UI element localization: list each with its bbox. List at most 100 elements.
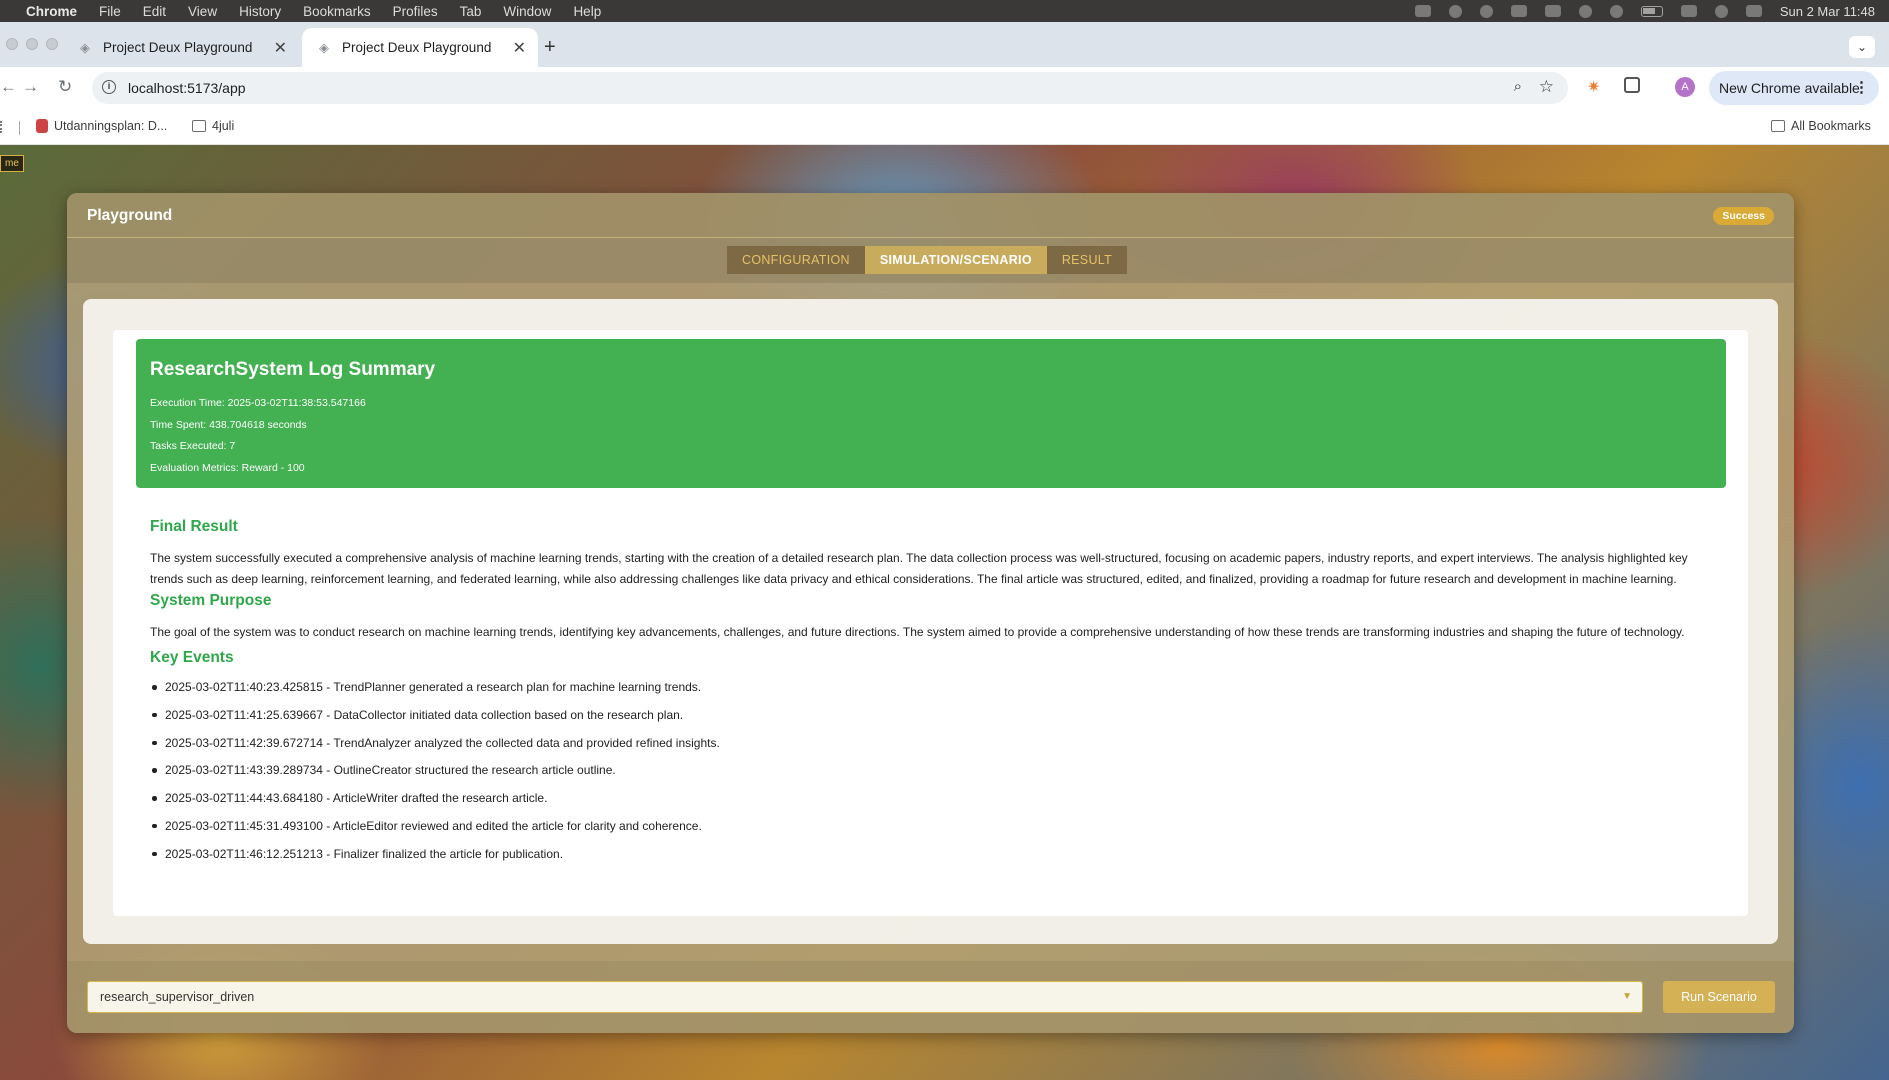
time-spent: Time Spent: 438.704618 seconds bbox=[150, 418, 307, 431]
all-bookmarks-label: All Bookmarks bbox=[1791, 119, 1871, 133]
browser-toolbar: ← → ↻ i localhost:5173/app ⌕ ☆ ✷ A New C… bbox=[0, 67, 1889, 109]
status-app-icon[interactable] bbox=[1479, 4, 1493, 18]
all-bookmarks-button[interactable]: All Bookmarks bbox=[1771, 119, 1871, 133]
page-title: Playground bbox=[87, 207, 173, 224]
list-item: 2025-03-02T11:45:31.493100 - ArticleEdit… bbox=[150, 816, 1710, 844]
address-bar[interactable]: i localhost:5173/app ⌕ ☆ bbox=[92, 72, 1568, 104]
page-viewport: me Playground Success CONFIGURATION SIMU… bbox=[0, 145, 1889, 1080]
bookmark-item[interactable]: Utdanningsplan: D... bbox=[36, 119, 167, 133]
bookmark-favicon-icon bbox=[36, 119, 48, 133]
status-app-icon[interactable] bbox=[1448, 4, 1462, 18]
menu-view[interactable]: View bbox=[188, 4, 217, 19]
playground-panel: Playground Success CONFIGURATION SIMULAT… bbox=[67, 193, 1794, 1033]
menu-tab[interactable]: Tab bbox=[460, 4, 482, 19]
zoom-icon[interactable]: ⌕ bbox=[1514, 78, 1522, 95]
system-purpose-heading: System Purpose bbox=[150, 592, 272, 609]
list-item: 2025-03-02T11:40:23.425815 - TrendPlanne… bbox=[150, 677, 1710, 705]
play-icon[interactable] bbox=[1578, 4, 1592, 18]
log-viewer[interactable]: ResearchSystem Log Summary Execution Tim… bbox=[113, 330, 1748, 916]
summary-title: ResearchSystem Log Summary bbox=[150, 359, 436, 380]
spotlight-icon[interactable] bbox=[1714, 4, 1728, 18]
list-item: 2025-03-02T11:44:43.684180 - ArticleWrit… bbox=[150, 788, 1710, 816]
extension-icon[interactable]: ✷ bbox=[1587, 77, 1600, 97]
avatar[interactable]: A bbox=[1675, 77, 1695, 97]
apps-grid-icon[interactable] bbox=[0, 121, 4, 133]
wifi-icon[interactable] bbox=[1680, 5, 1697, 17]
new-chrome-label: New Chrome available bbox=[1719, 80, 1860, 96]
macos-menubar: Chrome File Edit View History Bookmarks … bbox=[0, 0, 1889, 22]
panel-header: Playground Success bbox=[67, 193, 1794, 238]
tab-title: Project Deux Playground bbox=[103, 40, 253, 55]
corner-tag: me bbox=[0, 155, 24, 172]
menu-history[interactable]: History bbox=[239, 4, 281, 19]
battery-icon[interactable] bbox=[1640, 5, 1663, 17]
folder-icon bbox=[1771, 120, 1785, 132]
minimize-window-button[interactable] bbox=[26, 38, 38, 50]
bookmarks-bar: Utdanningsplan: D... 4juli All Bookmarks bbox=[0, 109, 1889, 145]
back-icon[interactable]: ← bbox=[0, 77, 17, 97]
close-icon[interactable]: ✕ bbox=[274, 38, 287, 58]
favicon-icon: ◈ bbox=[80, 39, 90, 55]
close-window-button[interactable] bbox=[6, 38, 18, 50]
scenario-select[interactable]: research_supervisor_driven ▼ bbox=[87, 981, 1643, 1013]
info-icon[interactable]: i bbox=[102, 80, 116, 94]
list-item: 2025-03-02T11:42:39.672714 - TrendAnalyz… bbox=[150, 733, 1710, 761]
chevron-down-icon[interactable]: ▼ bbox=[1622, 982, 1632, 1012]
tab-result[interactable]: RESULT bbox=[1046, 246, 1128, 274]
menu-window[interactable]: Window bbox=[503, 4, 551, 19]
chevron-down-icon[interactable]: ⌄ bbox=[1849, 36, 1875, 58]
url-text[interactable]: localhost:5173/app bbox=[128, 80, 246, 96]
window-controls bbox=[6, 38, 58, 50]
menu-file[interactable]: File bbox=[99, 4, 121, 19]
tab-group: CONFIGURATION SIMULATION/SCENARIO RESULT bbox=[727, 246, 1128, 274]
panel-footer: research_supervisor_driven ▼ Run Scenari… bbox=[67, 961, 1794, 1033]
log-details: Final Result The system successfully exe… bbox=[136, 505, 1726, 916]
menu-bookmarks[interactable]: Bookmarks bbox=[303, 4, 371, 19]
folder-icon bbox=[192, 120, 206, 132]
menubar-app-name[interactable]: Chrome bbox=[26, 4, 77, 19]
bookmark-label: Utdanningsplan: D... bbox=[54, 119, 168, 133]
plus-icon[interactable]: + bbox=[544, 36, 556, 59]
status-badge: Success bbox=[1713, 207, 1774, 225]
tab-title: Project Deux Playground bbox=[342, 40, 492, 55]
tab-strip: ◈ Project Deux Playground ✕ ◈ Project De… bbox=[0, 22, 1889, 67]
status-app-icon[interactable] bbox=[1414, 5, 1431, 17]
star-icon[interactable]: ☆ bbox=[1539, 77, 1554, 97]
list-item: 2025-03-02T11:46:12.251213 - Finalizer f… bbox=[150, 844, 1710, 872]
menubar-clock[interactable]: Sun 2 Mar 11:48 bbox=[1780, 4, 1875, 19]
control-center-icon[interactable] bbox=[1745, 5, 1762, 17]
kebab-menu-icon[interactable]: ⋮ bbox=[1854, 78, 1869, 96]
bookmarks-separator bbox=[19, 121, 20, 135]
list-item: 2025-03-02T11:43:39.289734 - OutlineCrea… bbox=[150, 760, 1710, 788]
tab-simulation-scenario[interactable]: SIMULATION/SCENARIO bbox=[864, 246, 1047, 274]
status-app-icon[interactable] bbox=[1510, 5, 1527, 17]
favicon-icon: ◈ bbox=[319, 39, 329, 55]
scenario-select-value: research_supervisor_driven bbox=[100, 990, 255, 1004]
run-scenario-button[interactable]: Run Scenario bbox=[1663, 981, 1775, 1013]
volume-icon[interactable] bbox=[1544, 5, 1561, 17]
bookmark-label: 4juli bbox=[212, 119, 235, 133]
menu-help[interactable]: Help bbox=[573, 4, 601, 19]
tab-configuration[interactable]: CONFIGURATION bbox=[727, 246, 865, 274]
browser-tab[interactable]: ◈ Project Deux Playground ✕ bbox=[63, 28, 299, 67]
moon-icon[interactable] bbox=[1609, 4, 1623, 18]
content-card: ResearchSystem Log Summary Execution Tim… bbox=[83, 299, 1778, 944]
menu-edit[interactable]: Edit bbox=[143, 4, 166, 19]
reload-icon[interactable]: ↻ bbox=[58, 77, 72, 97]
new-chrome-available-button[interactable]: New Chrome available ⋮ bbox=[1709, 71, 1879, 105]
tabs-row: CONFIGURATION SIMULATION/SCENARIO RESULT bbox=[67, 238, 1794, 283]
log-summary-box: ResearchSystem Log Summary Execution Tim… bbox=[136, 339, 1726, 488]
zoom-window-button[interactable] bbox=[46, 38, 58, 50]
tasks-executed: Tasks Executed: 7 bbox=[150, 440, 236, 452]
bookmark-folder[interactable]: 4juli bbox=[192, 119, 234, 133]
system-purpose-text: The goal of the system was to conduct re… bbox=[150, 625, 1685, 639]
puzzle-icon[interactable] bbox=[1624, 77, 1640, 93]
key-events-list: 2025-03-02T11:40:23.425815 - TrendPlanne… bbox=[150, 677, 1710, 872]
final-result-heading: Final Result bbox=[150, 518, 238, 535]
forward-icon[interactable]: → bbox=[22, 77, 39, 97]
execution-time: Execution Time: 2025-03-02T11:38:53.5471… bbox=[150, 397, 366, 409]
status-area: Sun 2 Mar 11:48 bbox=[1414, 0, 1875, 22]
close-icon[interactable]: ✕ bbox=[513, 38, 526, 58]
browser-tab-active[interactable]: ◈ Project Deux Playground ✕ bbox=[302, 28, 538, 67]
menu-profiles[interactable]: Profiles bbox=[393, 4, 438, 19]
